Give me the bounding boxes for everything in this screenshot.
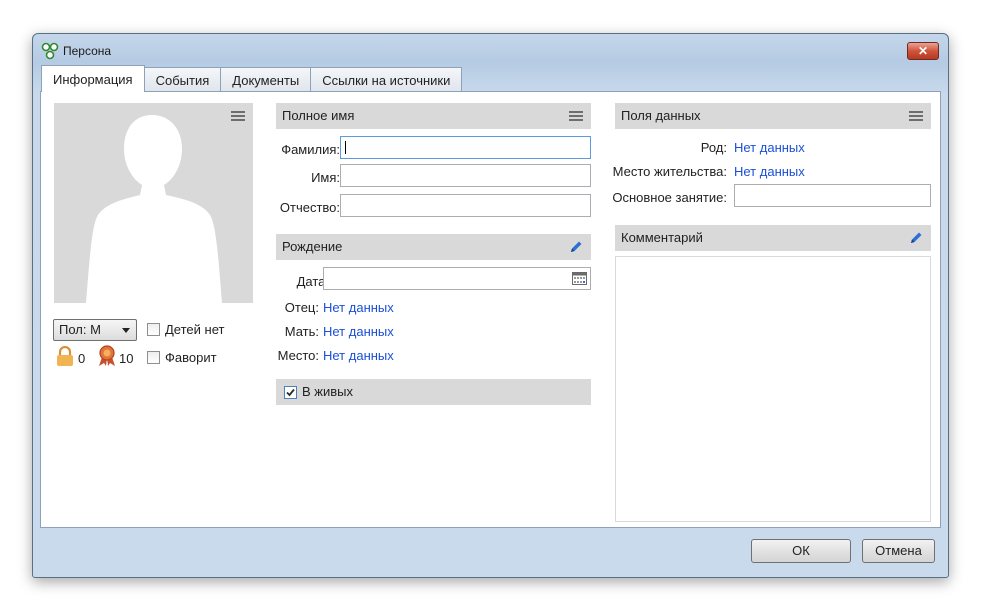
tab-source-links[interactable]: Ссылки на источники (310, 67, 463, 92)
calendar-icon[interactable] (572, 272, 587, 285)
photo-menu-icon[interactable] (231, 111, 245, 121)
residence-link[interactable]: Нет данных (734, 164, 805, 179)
name-input[interactable] (340, 164, 591, 187)
tab-information[interactable]: Информация (41, 65, 145, 92)
person-dialog: Персона ✕ Информация События Документы С… (32, 33, 949, 578)
close-button[interactable]: ✕ (907, 42, 939, 60)
favorite-checkbox[interactable] (147, 351, 160, 364)
datafields-menu-icon[interactable] (909, 111, 923, 121)
alive-section: В живых (276, 379, 591, 405)
tab-bar: Информация События Документы Ссылки на и… (41, 65, 463, 92)
comment-title: Комментарий (621, 230, 703, 245)
alive-label: В живых (302, 384, 353, 399)
residence-label: Место жительства: (612, 164, 727, 179)
father-link[interactable]: Нет данных (323, 300, 394, 315)
birth-section-header: Рождение (276, 234, 591, 260)
award-icon (99, 345, 115, 366)
occupation-input[interactable] (734, 184, 931, 207)
patronymic-label: Отчество: (279, 200, 340, 215)
name-label: Имя: (311, 170, 340, 185)
award-count: 10 (119, 351, 134, 366)
person-photo[interactable] (54, 103, 253, 303)
ok-button[interactable]: ОК (751, 539, 851, 563)
patronymic-input[interactable] (340, 194, 591, 217)
text-cursor (345, 141, 346, 154)
cancel-button[interactable]: Отмена (862, 539, 935, 563)
checkmark-icon (286, 388, 295, 397)
silhouette-icon (86, 115, 222, 303)
alive-checkbox[interactable] (284, 386, 297, 399)
birth-title: Рождение (282, 239, 343, 254)
tab-content: Пол: М Детей нет 0 10 Фаворит Полное имя… (40, 91, 941, 528)
chevron-down-icon (122, 328, 130, 333)
lock-icon (57, 346, 73, 366)
no-children-label: Детей нет (165, 322, 225, 337)
mother-label: Мать: (284, 324, 319, 339)
lock-count: 0 (78, 351, 86, 366)
comment-textarea[interactable] (615, 256, 931, 522)
favorite-label: Фаворит (165, 350, 217, 365)
datafields-section-header: Поля данных (615, 103, 931, 129)
date-input[interactable] (323, 267, 591, 290)
father-label: Отец: (284, 300, 319, 315)
title-bar[interactable]: Персона ✕ (33, 34, 948, 64)
mother-link[interactable]: Нет данных (323, 324, 394, 339)
surname-input[interactable] (340, 136, 591, 159)
app-tree-icon (41, 42, 59, 60)
place-label: Место: (277, 348, 319, 363)
gender-select[interactable]: Пол: М (53, 319, 137, 341)
place-link[interactable]: Нет данных (323, 348, 394, 363)
close-icon: ✕ (917, 44, 929, 58)
pencil-icon[interactable] (909, 231, 923, 245)
pencil-icon[interactable] (569, 240, 583, 254)
fullname-title: Полное имя (282, 108, 355, 123)
no-children-checkbox[interactable] (147, 323, 160, 336)
surname-label: Фамилия: (281, 142, 340, 157)
fullname-section-header: Полное имя (276, 103, 591, 129)
datafields-title: Поля данных (621, 108, 701, 123)
gender-select-value: Пол: М (59, 322, 101, 337)
clan-label: Род: (700, 140, 727, 155)
fullname-menu-icon[interactable] (569, 111, 583, 121)
clan-link[interactable]: Нет данных (734, 140, 805, 155)
window-title: Персона (63, 44, 112, 58)
comment-section-header: Комментарий (615, 225, 931, 251)
occupation-label: Основное занятие: (612, 190, 727, 205)
tab-events[interactable]: События (143, 67, 222, 92)
tab-documents[interactable]: Документы (220, 67, 312, 92)
